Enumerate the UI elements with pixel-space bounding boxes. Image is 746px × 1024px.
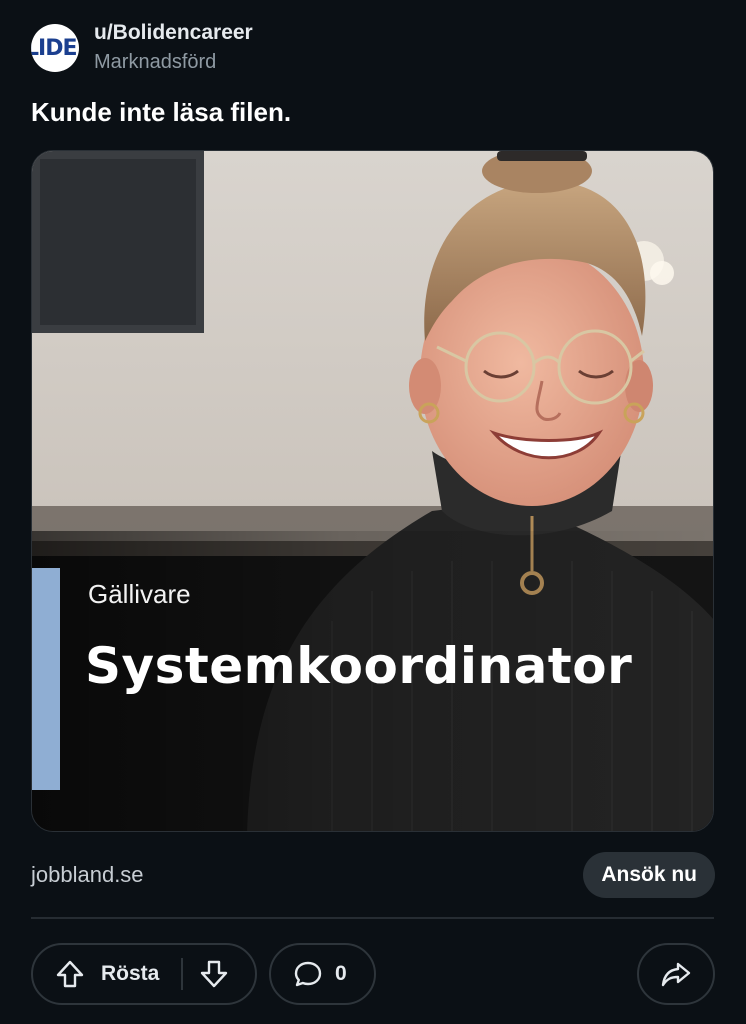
accent-bar xyxy=(32,568,60,790)
upvote-button[interactable]: Rösta xyxy=(33,959,159,989)
vote-label: Rösta xyxy=(101,962,160,985)
username-link[interactable]: u/Bolidencareer xyxy=(94,20,253,46)
comment-icon xyxy=(293,959,323,989)
post-title[interactable]: Kunde inte läsa filen. xyxy=(31,97,291,128)
link-domain[interactable]: jobbland.se xyxy=(31,862,144,888)
job-location: Gällivare xyxy=(88,579,191,609)
comment-count: 0 xyxy=(335,962,347,985)
vote-control: Rösta xyxy=(31,943,257,1005)
share-icon xyxy=(660,959,692,989)
downvote-button[interactable] xyxy=(199,959,229,989)
author-block: u/Bolidencareer Marknadsförd xyxy=(94,20,253,76)
avatar[interactable]: LIDE xyxy=(31,24,79,72)
vote-separator xyxy=(181,958,184,990)
ad-image[interactable]: Gällivare Systemkoordinator xyxy=(31,150,714,832)
post-header: LIDE u/Bolidencareer Marknadsförd xyxy=(31,20,253,76)
arrow-up-icon xyxy=(55,959,85,989)
share-button[interactable] xyxy=(637,943,715,1005)
ad-photo xyxy=(32,151,713,831)
arrow-down-icon xyxy=(199,959,229,989)
avatar-logo-text: LIDE xyxy=(31,36,77,61)
promoted-post: LIDE u/Bolidencareer Marknadsförd Kunde … xyxy=(0,0,746,1024)
job-title: Systemkoordinator xyxy=(85,637,633,695)
divider xyxy=(31,917,714,919)
apply-now-button[interactable]: Ansök nu xyxy=(583,852,715,898)
promoted-label: Marknadsförd xyxy=(94,51,217,73)
comments-button[interactable]: 0 xyxy=(269,943,376,1005)
